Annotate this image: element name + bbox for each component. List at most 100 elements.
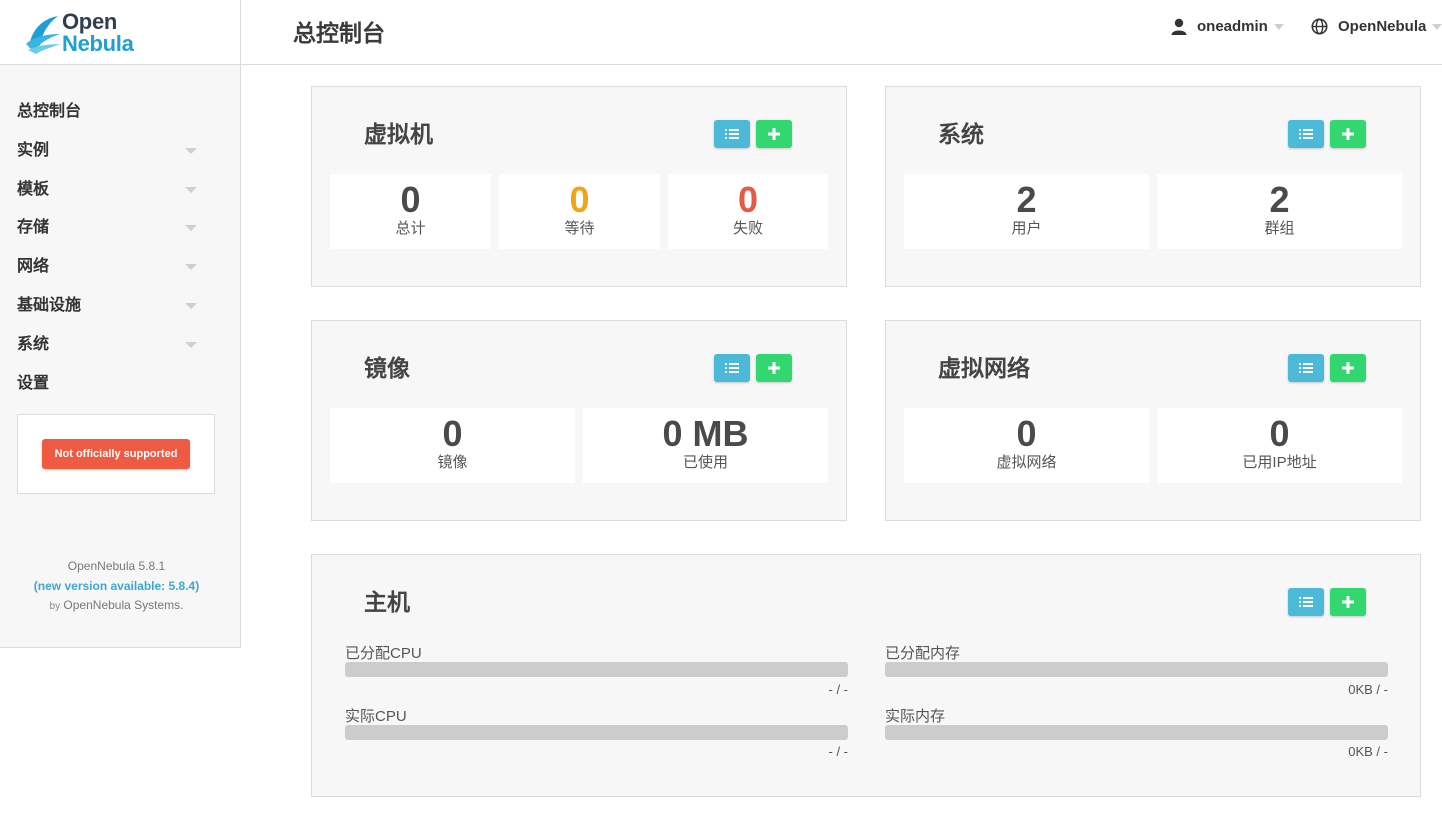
chevron-down-icon [1273,23,1284,30]
vnets-count-value: 0 [1016,413,1037,454]
system-users-value: 2 [1016,179,1037,220]
zone-name: OpenNebula [1338,18,1427,35]
logo-text: Open Nebula [62,11,134,55]
plus-icon [1342,362,1354,374]
system-groups-stat[interactable]: 2 群组 [1157,174,1402,249]
plus-icon [768,128,780,140]
vms-add-button[interactable] [756,120,792,148]
vnets-count-stat[interactable]: 0 虚拟网络 [904,408,1149,483]
hosts-panel: 主机 已分配CPU - / - 已分配内存 0KB / - 实际CPU - / … [311,554,1421,797]
vnets-panel: 虚拟网络 0 虚拟网络 0 已用IP地址 [885,320,1421,521]
plus-icon [1342,128,1354,140]
images-count-value: 0 [442,413,463,454]
opennebula-logo-icon [26,16,60,54]
images-panel: 镜像 0 镜像 0 MB 已使用 [311,320,847,521]
sidebar-item-label: 系统 [17,335,50,353]
sidebar-item-label: 模板 [17,180,50,198]
hosts-panel-title: 主机 [364,589,410,615]
allocated-cpu-label: 已分配CPU [345,645,422,662]
allocated-cpu-bar [345,662,848,677]
real-memory-bar [885,725,1388,740]
vnets-used-ips-stat[interactable]: 0 已用IP地址 [1157,408,1402,483]
sidebar-item-label: 设置 [17,374,50,392]
globe-icon [1311,18,1328,35]
vendor-link[interactable]: OpenNebula Systems. [63,598,183,612]
sidebar: Open Nebula 总控制台 实例 模板 存储 网络 基础设施 系统 设置 … [0,0,241,648]
sidebar-item-label: 网络 [17,258,50,276]
real-memory-value: 0KB / - [1348,744,1388,759]
chevron-down-icon [185,341,197,348]
system-panel-title: 系统 [938,121,984,147]
list-icon [725,363,739,373]
system-panel: 系统 2 用户 2 群组 [885,86,1421,287]
user-name: oneadmin [1197,18,1268,35]
page-title: 总控制台 [293,20,385,46]
vnets-used-ips-label: 已用IP地址 [1242,454,1317,471]
vms-pending-stat[interactable]: 0 等待 [499,174,660,249]
chevron-down-icon [185,264,197,271]
sidebar-item-storage[interactable]: 存储 [0,216,240,255]
by-text: by [49,601,61,612]
sidebar-item-dashboard[interactable]: 总控制台 [0,100,240,139]
images-count-stat[interactable]: 0 镜像 [330,408,575,483]
vnets-used-ips-value: 0 [1269,413,1290,454]
images-add-button[interactable] [756,354,792,382]
vms-pending-label: 等待 [564,220,595,237]
sidebar-menu: 总控制台 实例 模板 存储 网络 基础设施 系统 设置 [0,65,240,410]
system-add-button[interactable] [1330,120,1366,148]
plus-icon [1342,596,1354,608]
vnets-add-button[interactable] [1330,354,1366,382]
not-supported-button[interactable]: Not officially supported [42,439,190,469]
vms-total-stat[interactable]: 0 总计 [330,174,491,249]
support-box: Not officially supported [17,414,215,494]
system-users-label: 用户 [1011,220,1042,237]
vms-pending-value: 0 [569,179,590,220]
list-icon [1299,597,1313,607]
allocated-memory-bar [885,662,1388,677]
vms-total-value: 0 [400,179,421,220]
sidebar-item-label: 总控制台 [17,103,82,120]
user-icon [1171,18,1187,35]
version-text: OpenNebula 5.8.1 [67,559,166,573]
chevron-down-icon [185,186,197,193]
sidebar-item-label: 实例 [17,141,50,159]
user-menu[interactable]: oneadmin [1171,18,1284,35]
list-icon [1299,363,1313,373]
sidebar-item-settings[interactable]: 设置 [0,372,240,411]
sidebar-item-network[interactable]: 网络 [0,255,240,294]
zone-menu[interactable]: OpenNebula [1311,18,1442,35]
new-version-link[interactable]: (new version available: 5.8.4) [0,577,233,597]
allocated-memory-value: 0KB / - [1348,682,1388,697]
images-used-label: 已使用 [682,454,728,471]
sidebar-item-infrastructure[interactable]: 基础设施 [0,294,240,333]
vms-panel-title: 虚拟机 [364,121,433,147]
images-used-stat[interactable]: 0 MB 已使用 [583,408,828,483]
vnets-list-button[interactable] [1288,354,1324,382]
hosts-add-button[interactable] [1330,588,1366,616]
logo[interactable]: Open Nebula [0,0,240,65]
top-header: 总控制台 oneadmin OpenNebula [241,0,1442,65]
images-count-label: 镜像 [437,454,468,471]
sidebar-item-templates[interactable]: 模板 [0,178,240,217]
hosts-list-button[interactable] [1288,588,1324,616]
system-groups-label: 群组 [1264,220,1295,237]
vms-failed-stat[interactable]: 0 失败 [668,174,828,249]
vms-total-label: 总计 [395,220,426,237]
vnets-count-label: 虚拟网络 [996,454,1057,471]
allocated-cpu-value: - / - [828,682,849,697]
system-groups-value: 2 [1269,179,1290,220]
sidebar-item-system[interactable]: 系统 [0,333,240,372]
system-list-button[interactable] [1288,120,1324,148]
images-used-value: 0 MB [662,413,749,454]
real-cpu-label: 实际CPU [345,708,407,725]
chevron-down-icon [1432,23,1442,30]
plus-icon [768,362,780,374]
chevron-down-icon [185,302,197,309]
images-list-button[interactable] [714,354,750,382]
vms-failed-label: 失败 [732,220,763,237]
real-memory-label: 实际内存 [885,708,946,725]
sidebar-item-label: 存储 [17,219,50,237]
vms-list-button[interactable] [714,120,750,148]
system-users-stat[interactable]: 2 用户 [904,174,1149,249]
sidebar-item-instances[interactable]: 实例 [0,139,240,178]
